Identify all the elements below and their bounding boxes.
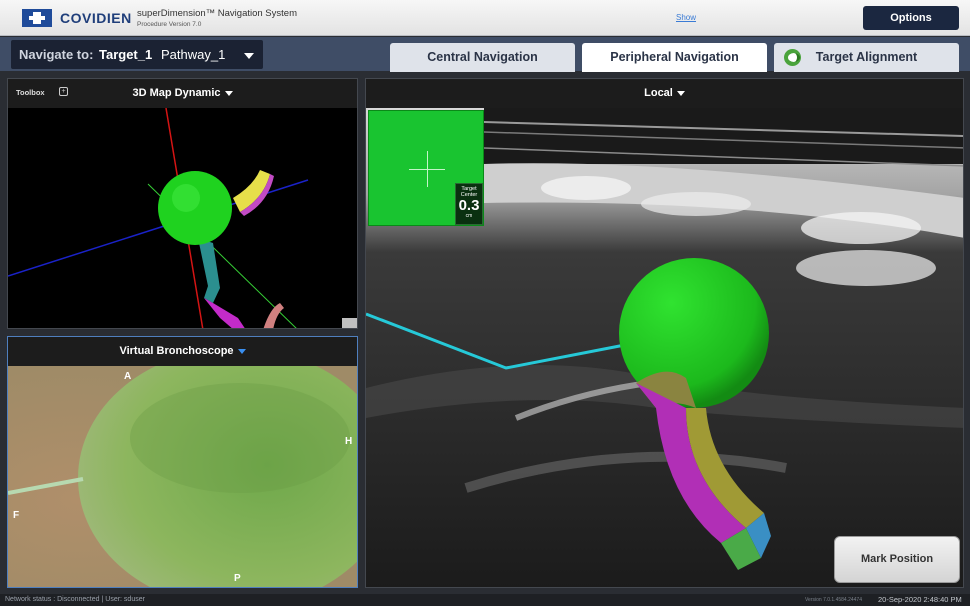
show-link[interactable]: Show — [676, 13, 696, 22]
target-name: Target_1 — [99, 47, 153, 62]
virtual-bronchoscope-view-selector[interactable]: Virtual Bronchoscope — [8, 345, 357, 357]
date-time: 20-Sep-2020 2:48:40 PM — [878, 595, 962, 604]
local-view-header: Local — [366, 79, 963, 108]
3d-map-view-selector[interactable]: 3D Map Dynamic — [8, 87, 357, 99]
network-status: Network status : Disconnected — [5, 596, 100, 603]
3d-map-render — [8, 108, 357, 328]
status-left: Network status : Disconnected | User: sd… — [5, 596, 145, 603]
tab-target-alignment-label: Target Alignment — [815, 50, 918, 64]
system-title: superDimension™ Navigation System — [137, 8, 297, 19]
3d-map-panel: Toolbox + 3D Map Dynamic — [7, 78, 358, 329]
navigate-to-dropdown[interactable]: Navigate to: Target_1 Pathway_1 — [11, 40, 263, 69]
user-name: User: sduser — [105, 596, 145, 603]
dropdown-arrow-icon — [676, 90, 685, 96]
target-center-inset: Target Center 0.3 cm — [368, 110, 484, 226]
tab-target-alignment[interactable]: Target Alignment — [774, 43, 959, 72]
local-view-panel: Local Target Center 0.3 cm — [365, 78, 964, 588]
crosshair-vertical — [427, 151, 428, 187]
local-view-selector[interactable]: Local — [366, 87, 963, 99]
virtual-bronchoscope-scene[interactable]: A H F P — [8, 366, 357, 587]
orientation-posterior: P — [234, 573, 241, 584]
chevron-down-icon — [244, 53, 254, 59]
covidien-logo-icon — [22, 9, 52, 27]
3d-map-scene[interactable] — [8, 108, 357, 328]
procedure-version: Procedure Version 7.0 — [137, 21, 202, 28]
dropdown-arrow-icon — [224, 90, 233, 96]
virtual-bronchoscope-header: Virtual Bronchoscope — [8, 337, 357, 366]
3d-map-title: 3D Map Dynamic — [132, 87, 221, 99]
target-center-distance-value: 0.3 — [458, 197, 480, 214]
status-bar: Network status : Disconnected | User: sd… — [0, 594, 970, 606]
local-view-title: Local — [644, 87, 673, 99]
brand-name: COVIDIEN — [60, 10, 132, 26]
virtual-bronchoscope-panel: Virtual Bronchoscope A H F P — [7, 336, 358, 588]
pathway-name: Pathway_1 — [161, 47, 226, 62]
target-alignment-icon — [784, 49, 801, 66]
app-header: COVIDIEN superDimension™ Navigation Syst… — [0, 0, 970, 36]
options-button[interactable]: Options — [863, 6, 959, 30]
software-version: Version 7.0.1.4584.24474 — [805, 597, 862, 603]
tab-central-navigation[interactable]: Central Navigation — [390, 43, 575, 72]
orientation-right: H — [345, 436, 353, 447]
navigation-bar: Navigate to: Target_1 Pathway_1 Central … — [0, 37, 970, 72]
local-view-scene[interactable]: Target Center 0.3 cm — [366, 108, 963, 587]
bronchoscope-render — [8, 366, 357, 587]
virtual-bronchoscope-title: Virtual Bronchoscope — [119, 345, 234, 357]
orientation-left: F — [13, 510, 20, 521]
dropdown-arrow-icon — [237, 348, 246, 354]
mark-position-button[interactable]: Mark Position — [834, 536, 960, 583]
tab-peripheral-navigation[interactable]: Peripheral Navigation — [582, 43, 767, 72]
target-center-distance-unit: cm — [465, 213, 473, 219]
navigate-to-label: Navigate to: — [19, 47, 94, 62]
orientation-anterior: A — [124, 371, 132, 382]
target-center-distance-box: Target Center 0.3 cm — [455, 183, 483, 225]
3d-map-header: Toolbox + 3D Map Dynamic — [8, 79, 357, 108]
